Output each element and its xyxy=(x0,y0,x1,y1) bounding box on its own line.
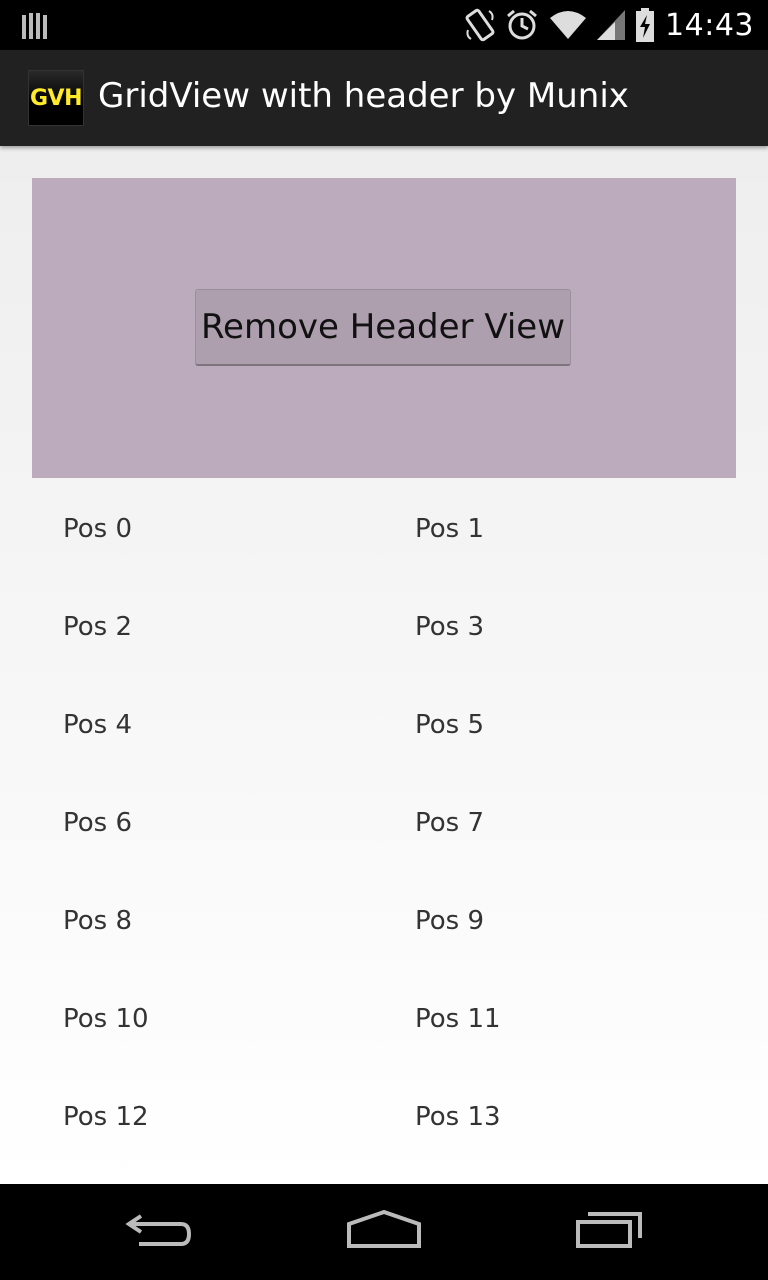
status-icons: 14:43 xyxy=(455,0,754,50)
grid-item[interactable]: Pos 4 xyxy=(32,674,384,772)
grid-item[interactable]: Pos 0 xyxy=(32,478,384,576)
grid-item-label: Pos 11 xyxy=(415,1004,501,1034)
recent-apps-icon xyxy=(574,1210,646,1255)
home-button[interactable] xyxy=(304,1184,464,1280)
recent-apps-button[interactable] xyxy=(530,1184,690,1280)
grid-item[interactable]: Pos 10 xyxy=(32,968,384,1066)
grid-item[interactable]: Pos 7 xyxy=(384,772,736,870)
grid-item[interactable]: Pos 11 xyxy=(384,968,736,1066)
signal-icon xyxy=(597,10,626,40)
notification-bars-icon xyxy=(22,11,48,44)
grid-item[interactable]: Pos 3 xyxy=(384,576,736,674)
grid-item[interactable]: Pos 2 xyxy=(32,576,384,674)
grid-item[interactable]: Pos 1 xyxy=(384,478,736,576)
status-bar: 14:43 xyxy=(0,0,768,50)
grid-row: Pos 6 Pos 7 xyxy=(32,772,736,870)
grid-item-label: Pos 13 xyxy=(415,1102,501,1132)
grid-row: Pos 10 Pos 11 xyxy=(32,968,736,1066)
grid-view[interactable]: Pos 0 Pos 1 Pos 2 Pos 3 Pos 4 Pos 5 Pos … xyxy=(32,478,736,1164)
app-icon-text: GVH xyxy=(30,85,83,111)
status-time: 14:43 xyxy=(665,7,754,43)
battery-charging-icon xyxy=(635,8,655,42)
alarm-clock-icon xyxy=(505,8,539,42)
grid-item[interactable]: Pos 9 xyxy=(384,870,736,968)
grid-item-label: Pos 7 xyxy=(415,808,485,838)
remove-header-view-button[interactable]: Remove Header View xyxy=(195,289,571,366)
app-icon[interactable]: GVH xyxy=(28,70,84,126)
back-icon xyxy=(125,1210,195,1255)
grid-row: Pos 8 Pos 9 xyxy=(32,870,736,968)
grid-item[interactable]: Pos 12 xyxy=(32,1066,384,1164)
grid-row: Pos 12 Pos 13 xyxy=(32,1066,736,1164)
grid-item-label: Pos 5 xyxy=(415,710,485,740)
grid-item-label: Pos 9 xyxy=(415,906,485,936)
grid-item[interactable]: Pos 13 xyxy=(384,1066,736,1164)
grid-row: Pos 0 Pos 1 xyxy=(32,478,736,576)
content-area: Remove Header View Pos 0 Pos 1 Pos 2 Pos… xyxy=(0,146,768,1184)
grid-item-label: Pos 0 xyxy=(63,514,133,544)
grid-item-label: Pos 8 xyxy=(63,906,133,936)
wifi-icon xyxy=(549,10,587,40)
navigation-bar xyxy=(0,1184,768,1280)
grid-item-label: Pos 1 xyxy=(415,514,485,544)
grid-item-label: Pos 12 xyxy=(63,1102,149,1132)
home-icon xyxy=(346,1209,422,1255)
grid-row: Pos 4 Pos 5 xyxy=(32,674,736,772)
grid-item-label: Pos 10 xyxy=(63,1004,149,1034)
grid-item[interactable]: Pos 8 xyxy=(32,870,384,968)
grid-header-view: Remove Header View xyxy=(32,178,736,478)
app-title: GridView with header by Munix xyxy=(98,76,629,116)
grid-item-label: Pos 3 xyxy=(415,612,485,642)
grid-item[interactable]: Pos 5 xyxy=(384,674,736,772)
grid-item-label: Pos 4 xyxy=(63,710,133,740)
grid-row: Pos 2 Pos 3 xyxy=(32,576,736,674)
action-bar: GVH GridView with header by Munix xyxy=(0,50,768,146)
grid-item-label: Pos 2 xyxy=(63,612,133,642)
back-button[interactable] xyxy=(80,1184,240,1280)
screen-rotation-icon xyxy=(465,8,495,42)
grid-item-label: Pos 6 xyxy=(63,808,133,838)
grid-item[interactable]: Pos 6 xyxy=(32,772,384,870)
